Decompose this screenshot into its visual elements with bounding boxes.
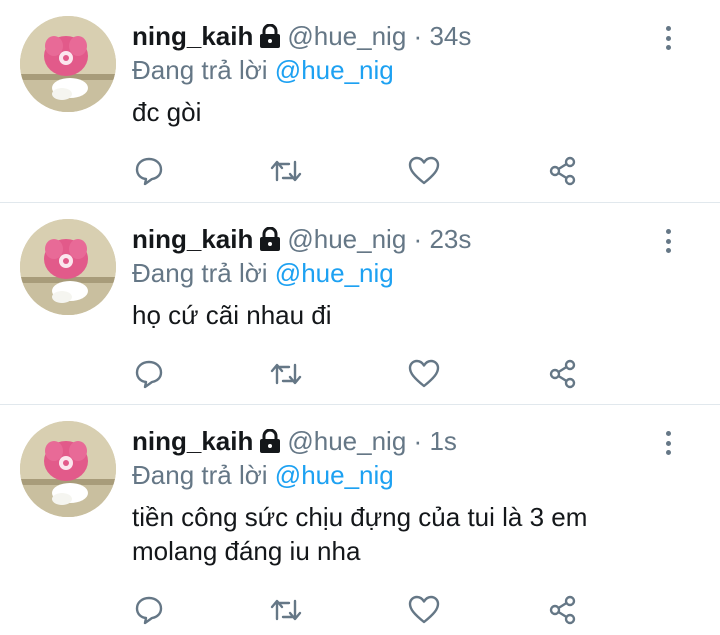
reply-icon	[135, 596, 163, 625]
avatar[interactable]	[20, 16, 116, 112]
separator: ·	[413, 426, 423, 456]
tweet[interactable]: ning_kaih @hue_nig · 34s Đang trả lời @hu…	[0, 0, 720, 203]
tweet-actions	[132, 357, 592, 391]
avatar[interactable]	[20, 219, 116, 315]
share-button[interactable]	[546, 357, 580, 391]
display-name[interactable]: ning_kaih	[132, 21, 253, 51]
tweet-header: ning_kaih @hue_nig · 1s	[132, 425, 457, 460]
more-vertical-icon	[665, 431, 671, 436]
reply-context: Đang trả lời @hue_nig	[132, 257, 394, 289]
like-button[interactable]	[407, 154, 441, 188]
reply-mention[interactable]: @hue_nig	[275, 460, 394, 490]
timestamp[interactable]: 34s	[429, 21, 471, 51]
retweet-icon	[270, 599, 302, 621]
tweet-feed: ning_kaih @hue_nig · 34s Đang trả lời @hu…	[0, 0, 720, 635]
separator: ·	[413, 224, 423, 254]
lock-icon	[259, 23, 281, 55]
lock-icon	[259, 226, 281, 258]
more-vertical-icon	[665, 229, 671, 234]
timestamp[interactable]: 1s	[429, 426, 456, 456]
share-button[interactable]	[546, 593, 580, 627]
heart-icon	[408, 595, 440, 624]
heart-icon	[408, 156, 440, 185]
avatar-image	[20, 16, 116, 112]
reply-icon	[135, 360, 163, 389]
tweet-header: ning_kaih @hue_nig · 34s	[132, 20, 471, 55]
separator: ·	[413, 21, 423, 51]
tweet-header: ning_kaih @hue_nig · 23s	[132, 223, 471, 258]
like-button[interactable]	[407, 593, 441, 627]
more-options-button[interactable]	[660, 427, 676, 459]
tweet[interactable]: ning_kaih @hue_nig · 1s Đang trả lời @hue…	[0, 405, 720, 635]
share-icon	[549, 359, 576, 389]
share-button[interactable]	[546, 154, 580, 188]
handle[interactable]: @hue_nig	[287, 426, 406, 456]
retweet-icon	[270, 363, 302, 385]
more-options-button[interactable]	[660, 22, 676, 54]
tweet-text: tiền công sức chịu đựng của tui là 3 em …	[132, 502, 588, 566]
more-vertical-icon	[665, 26, 671, 31]
retweet-button[interactable]	[269, 357, 303, 391]
reply-prefix: Đang trả lời	[132, 460, 268, 490]
reply-button[interactable]	[132, 357, 166, 391]
reply-button[interactable]	[132, 593, 166, 627]
share-icon	[549, 156, 576, 186]
reply-context: Đang trả lời @hue_nig	[132, 459, 394, 491]
tweet[interactable]: ning_kaih @hue_nig · 23s Đang trả lời @hu…	[0, 203, 720, 405]
heart-icon	[408, 359, 440, 388]
share-icon	[549, 595, 576, 625]
retweet-icon	[270, 160, 302, 182]
reply-mention[interactable]: @hue_nig	[275, 258, 394, 288]
retweet-button[interactable]	[269, 593, 303, 627]
tweet-actions	[132, 593, 592, 627]
more-options-button[interactable]	[660, 225, 676, 257]
reply-icon	[135, 157, 163, 186]
reply-prefix: Đang trả lời	[132, 55, 268, 85]
like-button[interactable]	[407, 357, 441, 391]
tweet-actions	[132, 154, 592, 188]
handle[interactable]: @hue_nig	[287, 21, 406, 51]
lock-icon	[259, 428, 281, 460]
avatar-image	[20, 421, 116, 517]
display-name[interactable]: ning_kaih	[132, 426, 253, 456]
handle[interactable]: @hue_nig	[287, 224, 406, 254]
display-name[interactable]: ning_kaih	[132, 224, 253, 254]
avatar-image	[20, 219, 116, 315]
reply-prefix: Đang trả lời	[132, 258, 268, 288]
reply-mention[interactable]: @hue_nig	[275, 55, 394, 85]
tweet-text: đc gòi	[132, 97, 202, 127]
timestamp[interactable]: 23s	[429, 224, 471, 254]
avatar[interactable]	[20, 421, 116, 517]
tweet-text: họ cứ cãi nhau đi	[132, 300, 332, 330]
retweet-button[interactable]	[269, 154, 303, 188]
reply-context: Đang trả lời @hue_nig	[132, 54, 394, 86]
reply-button[interactable]	[132, 154, 166, 188]
